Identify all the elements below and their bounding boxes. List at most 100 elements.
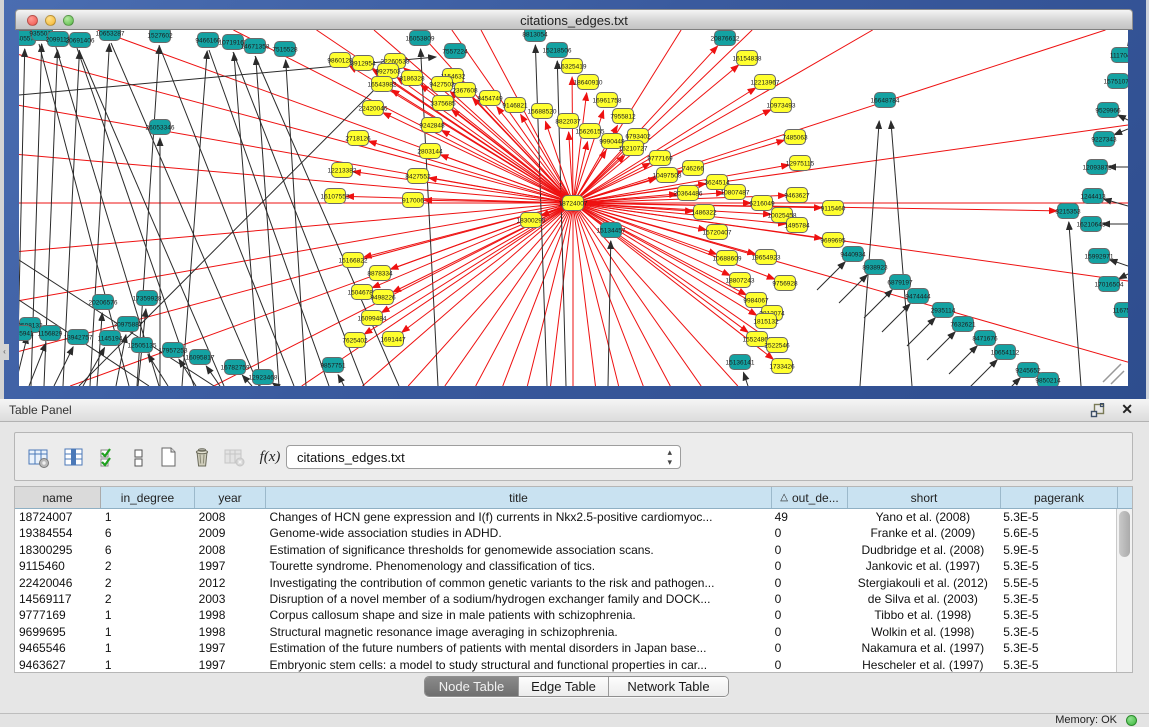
cell-out_de[interactable]: 0 — [771, 525, 847, 541]
cell-short[interactable]: Franke et al. (2009) — [846, 525, 999, 541]
tab-node-table[interactable]: Node Table — [425, 677, 519, 696]
cell-short[interactable]: Dudbridge et al. (2008) — [846, 542, 999, 558]
cell-name[interactable]: 9115460 — [15, 558, 101, 574]
cell-title[interactable]: Embryonic stem cells: a model to study s… — [266, 657, 771, 672]
cell-year[interactable]: 1997 — [195, 657, 266, 672]
cell-in_degree[interactable]: 1 — [101, 640, 195, 656]
cell-title[interactable]: Estimation of significance thresholds fo… — [266, 542, 771, 558]
cell-out_de[interactable]: 0 — [771, 558, 847, 574]
tab-edge-table[interactable]: Edge Table — [519, 677, 609, 696]
show-columns-button[interactable] — [58, 442, 88, 472]
cell-pagerank[interactable]: 5.3E-5 — [999, 657, 1116, 672]
cell-year[interactable]: 1998 — [195, 607, 266, 623]
cell-name[interactable]: 18300295 — [15, 542, 101, 558]
float-window-icon[interactable] — [1090, 403, 1105, 418]
cell-in_degree[interactable]: 1 — [101, 657, 195, 672]
select-all-button[interactable] — [93, 442, 123, 472]
cell-short[interactable]: Nakamura et al. (1997) — [846, 640, 999, 656]
cell-year[interactable]: 2012 — [195, 575, 266, 591]
cell-pagerank[interactable]: 5.3E-5 — [999, 607, 1116, 623]
cell-title[interactable]: Investigating the contribution of common… — [266, 575, 771, 591]
cell-name[interactable]: 9463627 — [15, 657, 101, 672]
function-builder-button[interactable]: f(x) — [255, 442, 285, 472]
cell-pagerank[interactable]: 5.6E-5 — [999, 525, 1116, 541]
scrollbar-thumb[interactable] — [1119, 511, 1130, 557]
cell-pagerank[interactable]: 5.9E-5 — [999, 542, 1116, 558]
cell-out_de[interactable]: 0 — [771, 607, 847, 623]
cell-title[interactable]: Corpus callosum shape and size in male p… — [266, 607, 771, 623]
cell-name[interactable]: 9465546 — [15, 640, 101, 656]
cell-pagerank[interactable]: 5.3E-5 — [999, 591, 1116, 607]
memory-ok-indicator[interactable] — [1126, 715, 1137, 726]
cell-year[interactable]: 2009 — [195, 525, 266, 541]
table-row[interactable]: 911546021997Tourette syndrome. Phenomeno… — [15, 558, 1116, 574]
close-panel-icon[interactable]: ✕ — [1121, 401, 1133, 418]
cell-in_degree[interactable]: 1 — [101, 509, 195, 525]
cell-out_de[interactable]: 0 — [771, 575, 847, 591]
cell-pagerank[interactable]: 5.3E-5 — [999, 640, 1116, 656]
cell-title[interactable]: Changes of HCN gene expression and I(f) … — [266, 509, 771, 525]
node-table[interactable]: namein_degreeyeartitle△out_de...shortpag… — [14, 486, 1133, 673]
table-row[interactable]: 1830029562008Estimation of significance … — [15, 542, 1116, 558]
cell-pagerank[interactable]: 5.3E-5 — [999, 509, 1116, 525]
cell-year[interactable]: 2003 — [195, 591, 266, 607]
cell-short[interactable]: Wolkin et al. (1998) — [846, 624, 999, 640]
column-header-in_degree[interactable]: in_degree — [101, 487, 195, 508]
column-header-title[interactable]: title — [266, 487, 772, 508]
resize-grip-icon[interactable] — [1103, 364, 1124, 384]
cell-name[interactable]: 22420046 — [15, 575, 101, 591]
table-row[interactable]: 969969511998Structural magnetic resonanc… — [15, 624, 1116, 640]
cell-title[interactable]: Tourette syndrome. Phenomenology and cla… — [266, 558, 771, 574]
cell-in_degree[interactable]: 6 — [101, 525, 195, 541]
cell-title[interactable]: Structural magnetic resonance image aver… — [266, 624, 771, 640]
cell-out_de[interactable]: 49 — [771, 509, 847, 525]
cell-out_de[interactable]: 0 — [771, 542, 847, 558]
tab-network-table[interactable]: Network Table — [609, 677, 728, 696]
cell-year[interactable]: 1997 — [195, 558, 266, 574]
table-row[interactable]: 946362711997Embryonic stem cells: a mode… — [15, 657, 1116, 672]
cell-name[interactable]: 19384554 — [15, 525, 101, 541]
column-header-pagerank[interactable]: pagerank — [1001, 487, 1118, 508]
cell-out_de[interactable]: 0 — [771, 624, 847, 640]
table-row[interactable]: 2242004622012Investigating the contribut… — [15, 575, 1116, 591]
cell-short[interactable]: Jankovic et al. (1997) — [846, 558, 999, 574]
cell-year[interactable]: 1998 — [195, 624, 266, 640]
cell-in_degree[interactable]: 2 — [101, 558, 195, 574]
cell-in_degree[interactable]: 2 — [101, 575, 195, 591]
cell-year[interactable]: 2008 — [195, 542, 266, 558]
cell-title[interactable]: Estimation of the future numbers of pati… — [266, 640, 771, 656]
vertical-scrollbar[interactable] — [1116, 509, 1132, 672]
cell-short[interactable]: Tibbo et al. (1998) — [846, 607, 999, 623]
cell-out_de[interactable]: 0 — [771, 640, 847, 656]
cell-title[interactable]: Disruption of a novel member of a sodium… — [266, 591, 771, 607]
cell-out_de[interactable]: 0 — [771, 657, 847, 672]
cell-name[interactable]: 9699695 — [15, 624, 101, 640]
cell-in_degree[interactable]: 1 — [101, 624, 195, 640]
table-row[interactable]: 977716911998Corpus callosum shape and si… — [15, 607, 1116, 623]
cell-pagerank[interactable]: 5.3E-5 — [999, 558, 1116, 574]
cell-short[interactable]: de Silva et al. (2003) — [846, 591, 999, 607]
table-row[interactable]: 946554611997Estimation of the future num… — [15, 640, 1116, 656]
new-column-button[interactable] — [153, 442, 183, 472]
column-header-name[interactable]: name — [15, 487, 101, 508]
cell-pagerank[interactable]: 5.3E-5 — [999, 624, 1116, 640]
cell-in_degree[interactable]: 6 — [101, 542, 195, 558]
table-mode-button[interactable] — [23, 442, 53, 472]
cell-in_degree[interactable]: 2 — [101, 591, 195, 607]
table-row[interactable]: 1938455462009Genome-wide association stu… — [15, 525, 1116, 541]
network-graph-svg[interactable]: 1872400798601288912954222605389927503165… — [19, 30, 1128, 386]
table-row[interactable]: 1456911722003Disruption of a novel membe… — [15, 591, 1116, 607]
cell-name[interactable]: 18724007 — [15, 509, 101, 525]
cell-year[interactable]: 1997 — [195, 640, 266, 656]
panel-collapse-handle[interactable]: ‹ — [0, 344, 9, 360]
cell-short[interactable]: Hescheler et al. (1997) — [846, 657, 999, 672]
network-canvas[interactable]: 1872400798601288912954222605389927503165… — [19, 30, 1128, 386]
table-body[interactable]: 1872400712008Changes of HCN gene express… — [15, 509, 1116, 672]
cell-title[interactable]: Genome-wide association studies in ADHD. — [266, 525, 771, 541]
column-header-year[interactable]: year — [195, 487, 266, 508]
cell-name[interactable]: 14569117 — [15, 591, 101, 607]
cell-year[interactable]: 2008 — [195, 509, 266, 525]
clear-selection-button[interactable] — [123, 442, 153, 472]
cell-pagerank[interactable]: 5.5E-5 — [999, 575, 1116, 591]
cell-name[interactable]: 9777169 — [15, 607, 101, 623]
